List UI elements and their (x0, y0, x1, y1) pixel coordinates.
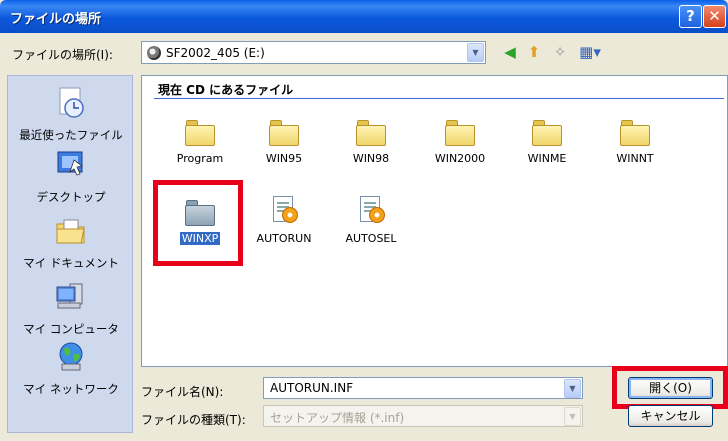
my-computer-icon (56, 283, 83, 309)
folder-icon (445, 120, 475, 146)
close-button[interactable]: ✕ (703, 5, 726, 28)
place-label: マイ コンピュータ (23, 322, 119, 336)
filetype-select[interactable]: セットアップ情報 (*.inf) ▼ (263, 405, 583, 427)
filetype-label: ファイルの種類(T): (141, 413, 246, 427)
view-menu-icon[interactable]: ▦▾ (576, 42, 604, 62)
file-item-label: AUTOSEL (345, 232, 397, 245)
folder-icon (532, 120, 562, 146)
places-bar: 最近使ったファイル デスクトップ マイ ドキュメント マイ コンピュータ マイ … (7, 75, 133, 433)
place-my-computer[interactable]: マイ コンピュータ (8, 280, 134, 337)
file-item-label: WIN98 (352, 152, 390, 165)
setup-info-file-icon (269, 196, 299, 226)
file-item-label: WIN2000 (434, 152, 486, 165)
setup-info-file-icon (356, 196, 386, 226)
location-label: ファイルの場所(I): (12, 48, 113, 62)
file-item-win95[interactable]: WIN95 (249, 120, 319, 165)
highlight-box-winxp (153, 180, 243, 266)
folder-up-icon[interactable]: ⬆ (524, 42, 544, 62)
filetype-value: セットアップ情報 (*.inf) (270, 411, 405, 425)
file-item-label: WINNT (616, 152, 654, 165)
chevron-down-icon[interactable]: ▼ (564, 407, 581, 426)
desktop-icon (57, 151, 83, 176)
recent-files-icon (59, 87, 84, 118)
group-divider (154, 98, 724, 99)
file-item-label: Program (176, 152, 224, 165)
place-my-network[interactable]: マイ ネットワーク (8, 340, 134, 397)
place-my-documents[interactable]: マイ ドキュメント (8, 214, 134, 271)
open-button[interactable]: 開く(O) (628, 377, 713, 399)
title-bar: ファイルの場所 ? ✕ (0, 0, 728, 33)
filename-input[interactable]: AUTORUN.INF ▼ (263, 377, 583, 399)
place-desktop[interactable]: デスクトップ (8, 148, 134, 205)
location-value: SF2002_405 (E:) (166, 46, 265, 60)
file-item-label: WIN95 (265, 152, 303, 165)
my-network-icon (59, 342, 83, 371)
filename-value: AUTORUN.INF (270, 381, 354, 395)
place-label: 最近使ったファイル (19, 128, 123, 142)
cd-drive-icon (147, 46, 161, 60)
back-arrow-icon[interactable]: ◀ (500, 42, 520, 62)
place-recent[interactable]: 最近使ったファイル (8, 86, 134, 143)
group-header: 現在 CD にあるファイル (158, 83, 294, 97)
folder-icon (356, 120, 386, 146)
file-item-win98[interactable]: WIN98 (336, 120, 406, 165)
place-label: マイ ドキュメント (23, 256, 119, 270)
file-item-autosel[interactable]: AUTOSEL (336, 196, 406, 245)
file-item-label: WINME (527, 152, 567, 165)
file-item-label: AUTORUN (256, 232, 312, 245)
cancel-button[interactable]: キャンセル (628, 405, 713, 427)
help-button[interactable]: ? (679, 5, 702, 28)
file-item-winme[interactable]: WINME (512, 120, 582, 165)
folder-icon (620, 120, 650, 146)
file-item-autorun[interactable]: AUTORUN (249, 196, 319, 245)
new-folder-icon[interactable]: ✧ (550, 42, 570, 62)
location-dropdown[interactable]: SF2002_405 (E:) ▼ (141, 41, 486, 64)
my-documents-icon (56, 219, 85, 244)
place-label: デスクトップ (36, 190, 106, 204)
place-label: マイ ネットワーク (23, 382, 119, 396)
folder-icon (269, 120, 299, 146)
window-title: ファイルの場所 (10, 12, 102, 27)
filename-label: ファイル名(N): (141, 385, 224, 399)
file-item-win2000[interactable]: WIN2000 (425, 120, 495, 165)
folder-icon (185, 120, 215, 146)
file-item-program[interactable]: Program (165, 120, 235, 165)
chevron-down-icon[interactable]: ▼ (564, 379, 581, 398)
chevron-down-icon[interactable]: ▼ (467, 43, 484, 62)
file-item-winnt[interactable]: WINNT (600, 120, 670, 165)
